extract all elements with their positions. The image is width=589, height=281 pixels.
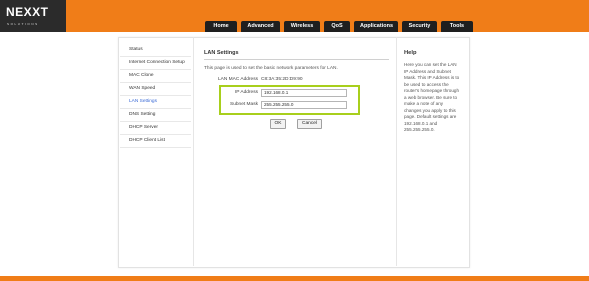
main-nav: Home Advanced Wireless QoS Applications … — [205, 21, 477, 32]
sidebar-item-lan-settings[interactable]: LAN Settings — [120, 96, 191, 109]
tab-home[interactable]: Home — [205, 21, 237, 32]
footer-bar — [0, 276, 589, 281]
ok-button[interactable]: OK — [270, 119, 286, 129]
sidebar-item-status[interactable]: Status — [120, 44, 191, 57]
highlight-box — [219, 85, 360, 115]
sidebar-menu: Status Internet Connection Setup MAC Clo… — [120, 44, 191, 148]
sidebar-divider — [193, 37, 194, 266]
sidebar-item-dns-setting[interactable]: DNS Setting — [120, 109, 191, 122]
help-text: Here you can set the LAN IP Address and … — [404, 62, 460, 132]
sidebar-item-dhcp-server[interactable]: DHCP Server — [120, 122, 191, 135]
logo-text: NEXXT — [6, 5, 49, 19]
tab-security[interactable]: Security — [402, 21, 437, 32]
help-panel: Help Here you can set the LAN IP Address… — [404, 50, 460, 134]
tab-tools[interactable]: Tools — [441, 21, 473, 32]
page-title: LAN Settings — [204, 50, 239, 56]
page-description: This page is used to set the basic netwo… — [204, 66, 338, 71]
help-divider — [396, 37, 397, 266]
title-divider — [204, 59, 389, 60]
sidebar-item-dhcp-client-list[interactable]: DHCP Client List — [120, 135, 191, 148]
sidebar-item-wan-speed[interactable]: WAN Speed — [120, 83, 191, 96]
mac-address-label: LAN MAC Address — [218, 77, 258, 82]
top-header: NEXXT SOLUTIONS Home Advanced Wireless Q… — [0, 0, 589, 32]
cancel-button[interactable]: Cancel — [297, 119, 322, 129]
help-title: Help — [404, 50, 417, 56]
mac-address-value: C8:3A:35:2D:D9:90 — [261, 77, 303, 82]
logo-tagline: SOLUTIONS — [7, 22, 39, 26]
sidebar-item-mac-clone[interactable]: MAC Clone — [120, 70, 191, 83]
sidebar-item-internet-connection-setup[interactable]: Internet Connection Setup — [120, 57, 191, 70]
tab-qos[interactable]: QoS — [324, 21, 350, 32]
tab-wireless[interactable]: Wireless — [284, 21, 320, 32]
brand-logo[interactable]: NEXXT SOLUTIONS — [0, 0, 66, 32]
tab-advanced[interactable]: Advanced — [241, 21, 280, 32]
tab-applications[interactable]: Applications — [354, 21, 398, 32]
